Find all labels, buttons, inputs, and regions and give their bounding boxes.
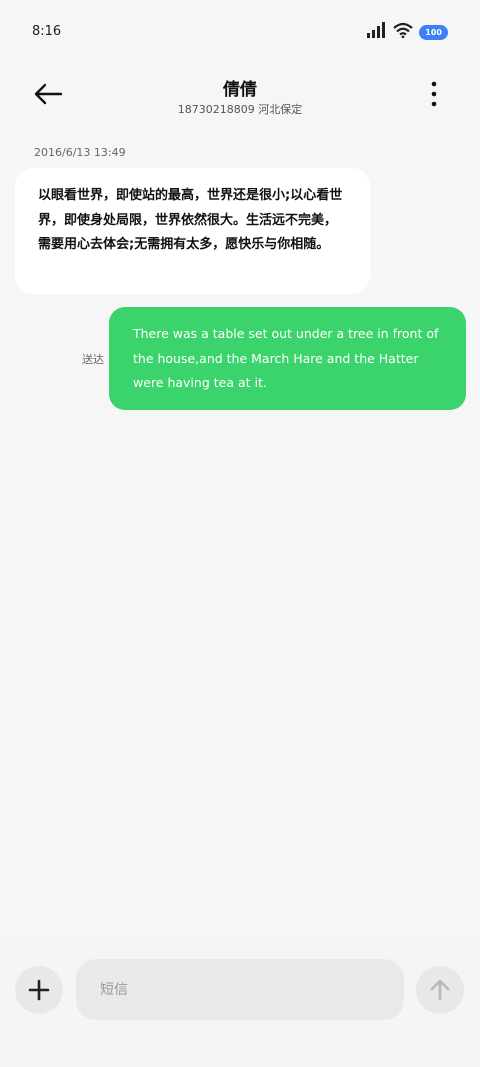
- contact-name: 倩倩: [223, 80, 257, 100]
- send-arrow-icon: [430, 979, 450, 1001]
- message-composer: [0, 938, 480, 1067]
- status-time: 8:16: [32, 24, 62, 39]
- add-attachment-button[interactable]: [15, 966, 63, 1014]
- contact-detail: 18730218809 河北保定: [177, 103, 303, 116]
- outgoing-message-bubble[interactable]: There was a table set out under a tree i…: [109, 307, 466, 410]
- status-icons: 100: [367, 22, 448, 42]
- more-vertical-icon: [431, 81, 437, 107]
- delivery-status: 送达: [82, 353, 104, 366]
- battery-indicator: 100: [419, 24, 448, 40]
- send-button[interactable]: [416, 966, 464, 1014]
- plus-icon: [28, 979, 50, 1001]
- conversation-header: 倩倩 18730218809 河北保定: [0, 62, 480, 132]
- message-timestamp: 2016/6/13 13:49: [34, 146, 126, 159]
- incoming-message-bubble[interactable]: 以眼看世界，即使站的最高，世界还是很小;以心看世界，即使身处局限，世界依然很大。…: [15, 168, 370, 294]
- status-bar: 8:16 100: [0, 0, 480, 62]
- more-options-button[interactable]: [422, 78, 446, 110]
- message-input[interactable]: [76, 959, 404, 1020]
- signal-icon: [367, 22, 387, 42]
- wifi-icon: [393, 22, 414, 42]
